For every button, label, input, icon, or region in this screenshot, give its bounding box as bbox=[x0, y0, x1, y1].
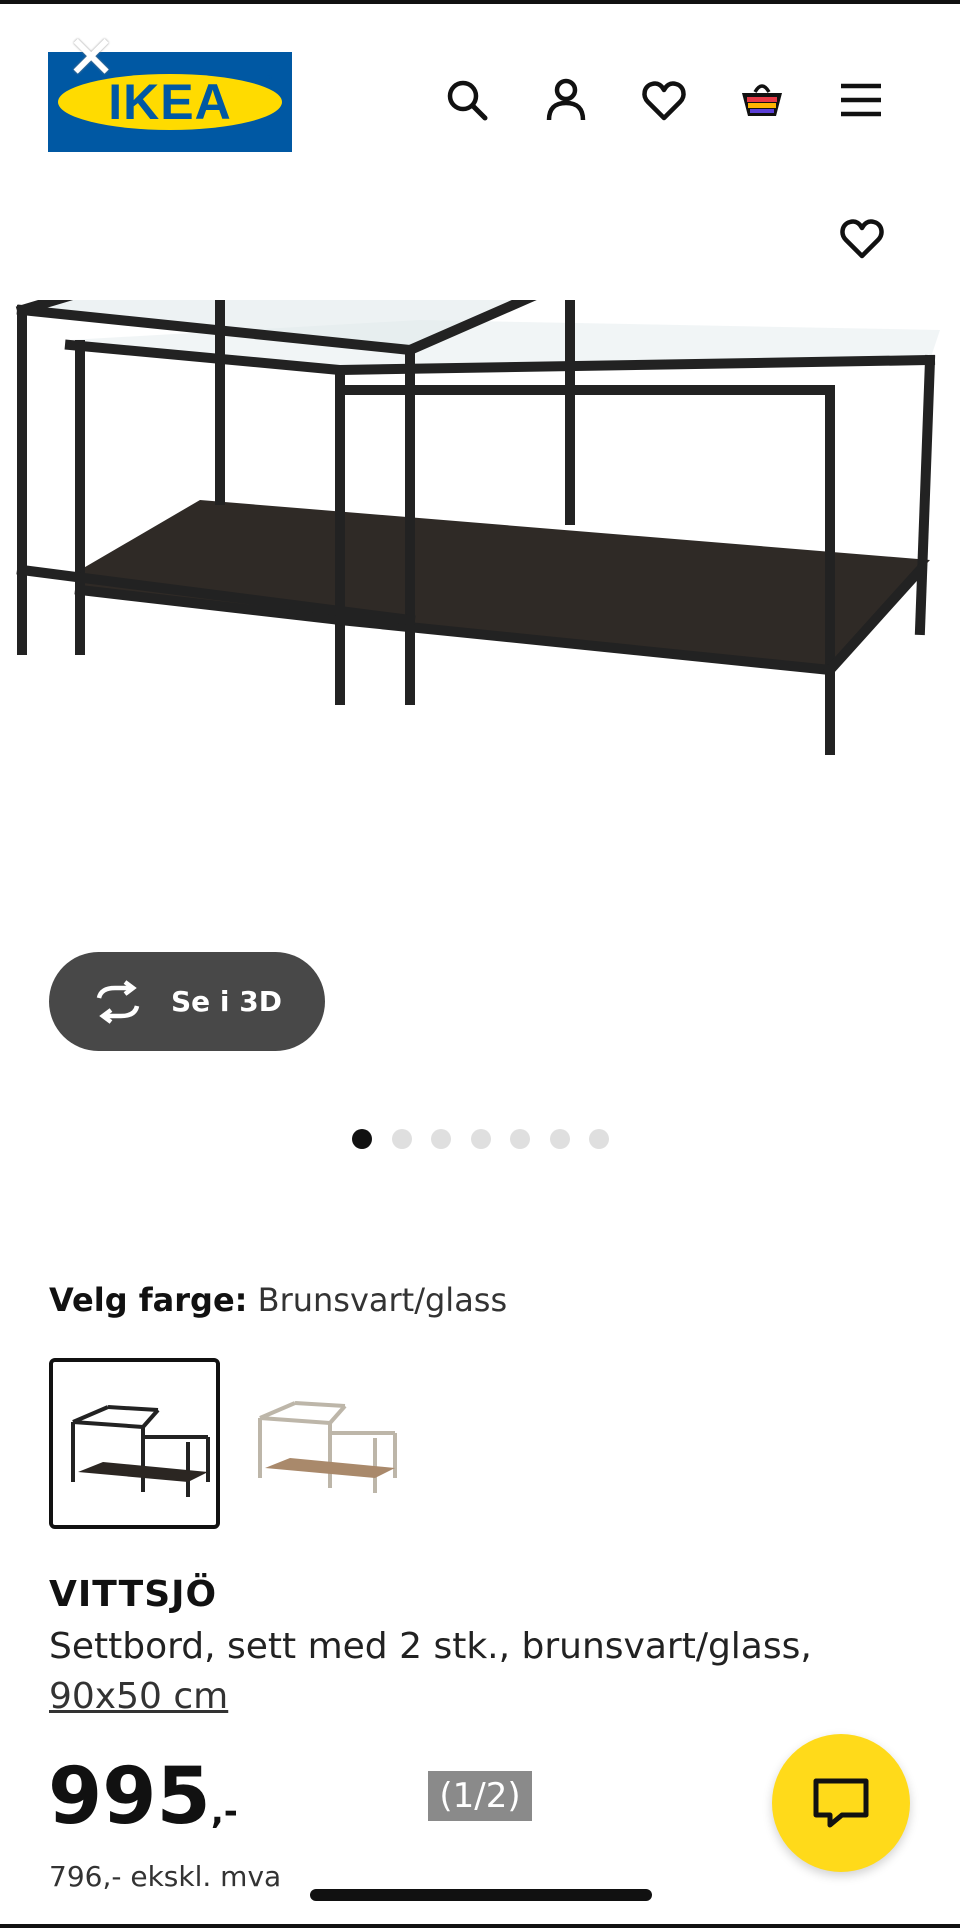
image-dot[interactable] bbox=[352, 1129, 372, 1149]
search-icon[interactable] bbox=[437, 70, 497, 130]
home-indicator[interactable] bbox=[310, 1889, 652, 1901]
heart-icon[interactable] bbox=[634, 70, 694, 130]
logo-registered-mark: ® bbox=[264, 74, 272, 85]
color-swatch-brunsvart[interactable] bbox=[49, 1358, 220, 1529]
product-image[interactable] bbox=[10, 300, 950, 940]
swatch-image bbox=[258, 1401, 397, 1493]
top-border bbox=[0, 0, 960, 4]
screenshot-pager-label: (1/2) bbox=[428, 1771, 532, 1821]
product-description: Settbord, sett med 2 stk., brunsvart/gla… bbox=[49, 1622, 869, 1722]
image-dot[interactable] bbox=[470, 1129, 491, 1149]
image-dot[interactable] bbox=[431, 1129, 451, 1149]
user-icon[interactable] bbox=[536, 70, 596, 130]
menu-icon[interactable] bbox=[831, 70, 891, 130]
chat-icon bbox=[813, 1778, 869, 1828]
image-pagination[interactable] bbox=[352, 1129, 629, 1149]
image-dot[interactable] bbox=[510, 1129, 530, 1149]
color-swatch-hvit[interactable] bbox=[240, 1358, 411, 1529]
price: 995,- bbox=[48, 1752, 238, 1857]
bottom-border bbox=[0, 1924, 960, 1928]
swatch-image bbox=[71, 1405, 210, 1497]
image-dot[interactable] bbox=[549, 1129, 570, 1149]
color-label: Velg farge: bbox=[49, 1281, 248, 1319]
rotate-3d-icon bbox=[96, 979, 140, 1024]
ikea-logo[interactable]: IKEA ® ✕ bbox=[48, 28, 292, 152]
favourite-product-icon[interactable] bbox=[832, 208, 892, 268]
price-suffix: ,- bbox=[210, 1792, 238, 1832]
view-3d-label: Se i 3D bbox=[171, 985, 282, 1018]
product-description-text: Settbord, sett med 2 stk., brunsvart/gla… bbox=[49, 1626, 812, 1667]
view-3d-button[interactable]: Se i 3D bbox=[49, 952, 325, 1051]
color-value: Brunsvart/glass bbox=[257, 1281, 508, 1319]
price-main: 995 bbox=[48, 1752, 211, 1842]
image-dot[interactable] bbox=[391, 1129, 412, 1149]
price-ex-vat: 796,- ekskl. mva bbox=[49, 1860, 282, 1893]
product-dimensions-link[interactable]: 90x50 cm bbox=[49, 1676, 228, 1717]
basket-icon[interactable] bbox=[732, 70, 792, 130]
close-icon[interactable]: ✕ bbox=[66, 28, 116, 88]
color-selector-label: Velg farge: Brunsvart/glass bbox=[49, 1281, 507, 1319]
product-name: VITTSJÖ bbox=[49, 1574, 218, 1615]
chat-button[interactable] bbox=[772, 1734, 910, 1872]
image-dot[interactable] bbox=[589, 1129, 609, 1149]
